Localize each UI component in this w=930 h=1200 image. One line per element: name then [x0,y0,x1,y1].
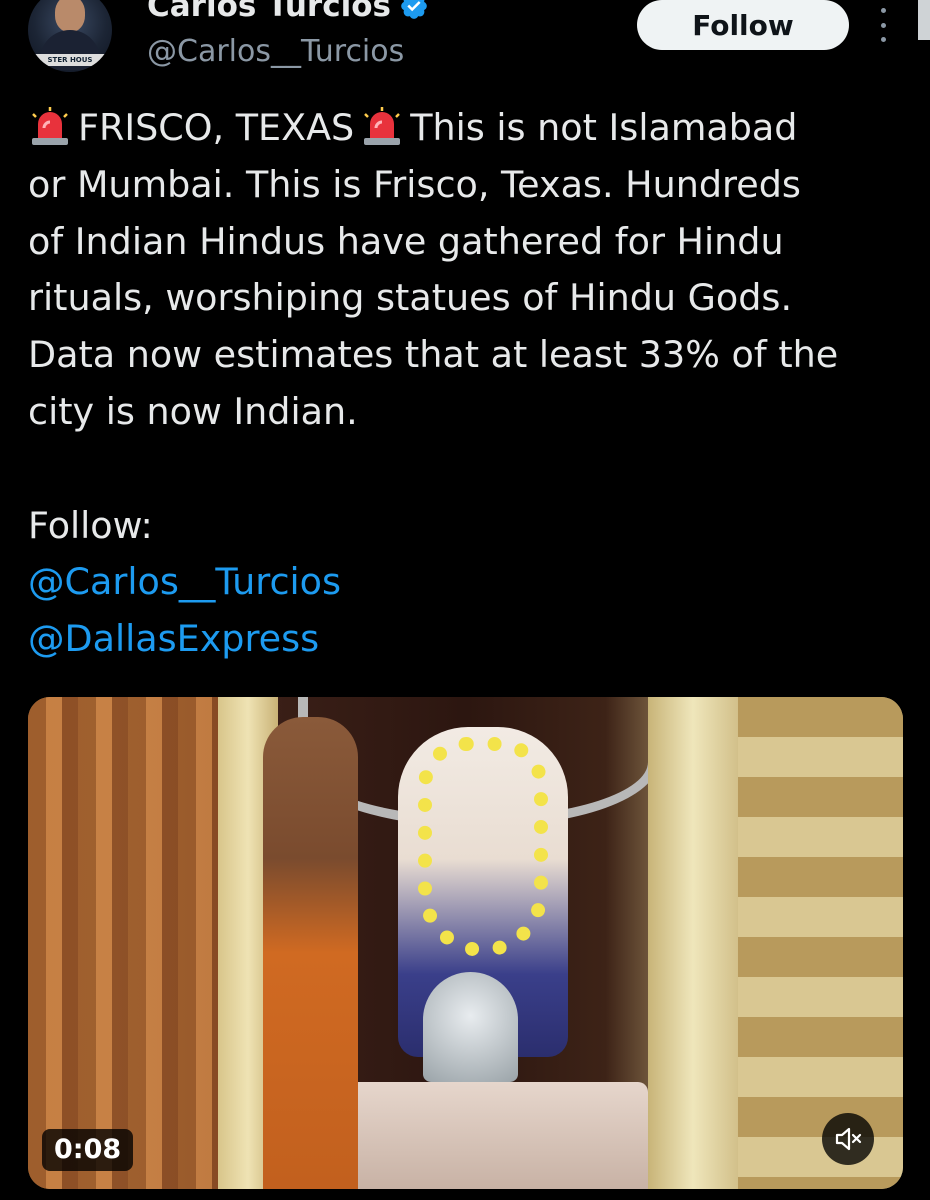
verified-badge-icon [401,0,427,19]
tweet-text: FRISCO, TEXAS This is not Islamabad or M… [28,100,908,668]
tweet-line: of Indian Hindus have gathered for Hindu [28,219,784,263]
tweet-line: rituals, worshiping statues of Hindu God… [28,276,793,320]
video-player[interactable]: 0:08 [28,697,903,1189]
more-dot [880,8,886,13]
video-frame-curtain [28,697,218,1189]
video-frame-altar [328,1082,648,1189]
tweet-line: city is now Indian. [28,389,358,433]
police-siren-emoji-icon [364,107,401,145]
more-dot [880,37,886,42]
tweet-location: FRISCO, TEXAS [78,106,355,149]
video-duration: 0:08 [42,1129,134,1171]
avatar-face [55,0,85,32]
more-dot [880,22,886,28]
author-name[interactable]: Carlos Turcios [147,0,391,24]
video-frame-carved-panel [738,697,903,1189]
tweet-line: or Mumbai. This is Frisco, Texas. Hundre… [28,162,801,206]
video-frame-lingam [423,972,518,1082]
tweet-line: Follow: [28,503,153,547]
video-frame-priest [263,717,358,1189]
video-frame-pillar [648,697,738,1189]
author-avatar[interactable]: STER HOUS [28,0,112,72]
mention-link-dallasexpress[interactable]: @DallasExpress [28,611,908,668]
follow-button[interactable]: Follow [637,0,849,50]
tweet-line: FRISCO, TEXAS This is not Islamabad [28,100,908,157]
more-options-icon[interactable] [873,8,893,42]
mention-link-carlos[interactable]: @Carlos__Turcios [28,554,908,611]
speaker-muted-icon [835,1127,862,1151]
mute-button[interactable] [822,1113,874,1165]
author-handle[interactable]: @Carlos__Turcios [147,34,404,69]
video-frame-garland [418,737,548,957]
avatar-banner-text: STER HOUS [28,54,112,66]
tweet-line: Data now estimates that at least 33% of … [28,333,839,377]
scrollbar-thumb[interactable] [918,0,930,40]
police-siren-emoji-icon [32,107,68,145]
tweet-line-text: This is not Islamabad [410,106,798,149]
author-name-row[interactable]: Carlos Turcios [147,0,429,24]
